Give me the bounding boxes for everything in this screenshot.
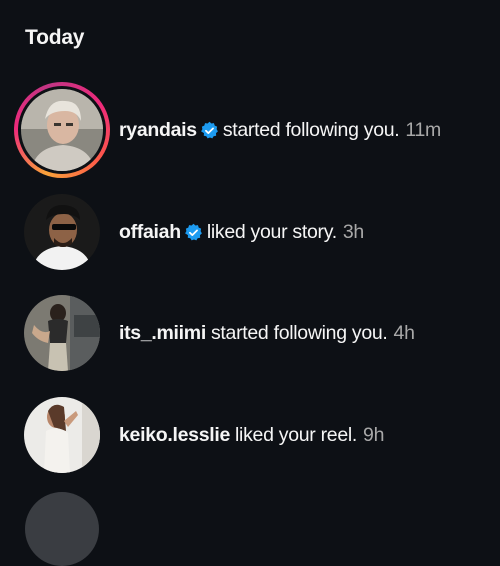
avatar[interactable]: [24, 397, 100, 473]
timestamp: 4h: [393, 322, 415, 344]
avatar[interactable]: [25, 492, 99, 566]
timestamp: 11m: [405, 119, 441, 141]
timestamp: 3h: [342, 221, 364, 243]
story-ring[interactable]: [14, 82, 110, 178]
avatar[interactable]: [24, 295, 100, 371]
username-link[interactable]: offaiah: [119, 221, 181, 244]
notification-text: offaiah liked your story. 3h: [119, 221, 364, 244]
notification-action: started following you.: [222, 119, 400, 141]
notification-action: liked your story.: [206, 221, 337, 243]
notification-text: its_.miimi started following you. 4h: [119, 322, 415, 345]
section-title: Today: [25, 26, 85, 49]
username-link[interactable]: keiko.lesslie: [119, 424, 230, 447]
notification-row[interactable]: its_.miimi started following you. 4h: [0, 288, 500, 378]
profile-photo-icon: [21, 89, 103, 171]
notification-action: liked your reel.: [235, 424, 358, 446]
notification-row[interactable]: ryandais started following you. 11m: [0, 82, 500, 178]
notification-text: ryandais started following you. 11m: [119, 119, 441, 142]
profile-photo-icon: [24, 397, 100, 473]
profile-photo-icon: [24, 295, 100, 371]
notification-text: keiko.lesslie liked your reel. 9h: [119, 424, 384, 447]
profile-photo-icon: [24, 194, 100, 270]
notification-row[interactable]: offaiah liked your story. 3h: [0, 187, 500, 277]
avatar[interactable]: [24, 194, 100, 270]
avatar[interactable]: [21, 89, 103, 171]
verified-badge-icon: [200, 121, 219, 140]
verified-badge-icon: [184, 223, 203, 242]
notification-action: started following you.: [210, 322, 388, 344]
username-link[interactable]: its_.miimi: [119, 322, 206, 345]
notification-row[interactable]: keiko.lesslie liked your reel. 9h: [0, 390, 500, 480]
username-link[interactable]: ryandais: [119, 119, 197, 142]
timestamp: 9h: [363, 424, 385, 446]
